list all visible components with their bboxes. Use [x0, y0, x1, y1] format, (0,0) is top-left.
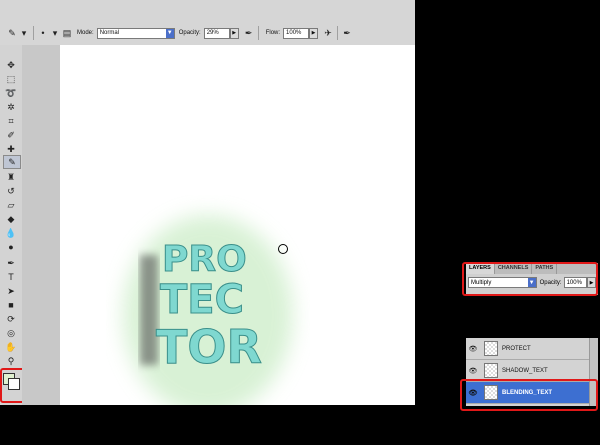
- move-tool-icon[interactable]: ✥: [3, 59, 19, 71]
- preset-dropdown-icon[interactable]: ▾: [18, 27, 30, 39]
- chevron-down-icon: ▼: [165, 28, 174, 38]
- brush-preset-icon[interactable]: ✎: [6, 27, 18, 39]
- art-line-3: TOR: [156, 320, 262, 374]
- eyedropper-tool-icon[interactable]: ✐: [3, 129, 19, 141]
- airbrush-icon[interactable]: ✈: [322, 27, 334, 39]
- flow-arrow-icon[interactable]: ▶: [309, 27, 319, 39]
- layer-name: PROTECT: [502, 345, 531, 352]
- stamp-tool-icon[interactable]: ♜: [3, 171, 19, 183]
- eye-icon[interactable]: 👁: [466, 345, 480, 353]
- canvas-artwork: PRO TEC TOR: [123, 215, 293, 415]
- pressure-opacity-icon[interactable]: ✒: [243, 27, 255, 39]
- history-brush-tool-icon[interactable]: ↺: [3, 185, 19, 197]
- art-line-2: TEC: [160, 277, 244, 323]
- layer-thumbnail: [484, 341, 498, 356]
- brush-cursor-icon: [278, 244, 288, 254]
- blur-tool-icon[interactable]: 💧: [3, 227, 19, 239]
- selected-layer-highlight: [460, 379, 598, 411]
- eye-icon[interactable]: 👁: [466, 367, 480, 375]
- 3d-orbit-tool-icon[interactable]: ◎: [3, 327, 19, 339]
- 3d-rotate-tool-icon[interactable]: ⟳: [3, 313, 19, 325]
- lasso-tool-icon[interactable]: ➰: [3, 87, 19, 99]
- path-select-tool-icon[interactable]: ➤: [3, 285, 19, 297]
- opacity-arrow-icon[interactable]: ▶: [229, 27, 239, 39]
- separator: [33, 26, 34, 40]
- pen-tool-icon[interactable]: ✒: [3, 257, 19, 269]
- zoom-tool-icon[interactable]: ⚲: [3, 355, 19, 367]
- opacity-input[interactable]: 29%: [203, 27, 230, 39]
- layer-row[interactable]: 👁 PROTECT: [466, 338, 590, 360]
- shape-tool-icon[interactable]: ■: [3, 299, 19, 311]
- crop-tool-icon[interactable]: ⌗: [3, 115, 19, 127]
- blend-mode-highlight: [462, 262, 598, 296]
- options-bar: ✎ ▾ • ▾ ▤ Mode: Normal ▼ Opacity: 29% ▶ …: [0, 0, 415, 46]
- art-line-1: PRO: [162, 239, 247, 280]
- tool-options-row: ✎ ▾ • ▾ ▤ Mode: Normal ▼ Opacity: 29% ▶ …: [0, 22, 415, 44]
- pressure-size-icon[interactable]: ✒: [341, 27, 353, 39]
- brushes-panel-icon[interactable]: ▤: [61, 27, 73, 39]
- flow-input[interactable]: 100%: [283, 27, 310, 39]
- paint-bucket-tool-icon[interactable]: ◆: [3, 213, 19, 225]
- hand-tool-icon[interactable]: ✋: [3, 341, 19, 353]
- dodge-tool-icon[interactable]: ●: [3, 241, 19, 253]
- healing-tool-icon[interactable]: ✚: [3, 143, 19, 155]
- brush-tool-icon[interactable]: ✎: [3, 155, 21, 169]
- flow-label: Flow:: [265, 30, 281, 36]
- layer-thumbnail: [484, 363, 498, 378]
- brush-dropdown-icon[interactable]: ▾: [49, 27, 61, 39]
- type-tool-icon[interactable]: T: [3, 271, 19, 283]
- workspace-background: [22, 45, 60, 405]
- mode-label: Mode:: [77, 30, 94, 36]
- document-canvas[interactable]: PRO TEC TOR: [60, 45, 415, 415]
- eraser-tool-icon[interactable]: ▱: [3, 199, 19, 211]
- opacity-label: Opacity:: [178, 30, 201, 36]
- separator: [257, 26, 259, 40]
- brush-size-icon[interactable]: •: [37, 27, 49, 39]
- mode-select[interactable]: Normal ▼: [96, 27, 175, 39]
- quick-select-tool-icon[interactable]: ✲: [3, 101, 19, 113]
- toolbox: ✥ ⬚ ➰ ✲ ⌗ ✐ ✚ ✎ ♜ ↺ ▱ ◆ 💧 ● ✒ T ➤ ■ ⟳ ◎ …: [0, 45, 23, 405]
- separator: [337, 26, 339, 40]
- layer-name: SHADOW_TEXT: [502, 367, 548, 374]
- marquee-tool-icon[interactable]: ⬚: [3, 73, 19, 85]
- mode-value: Normal: [99, 30, 120, 36]
